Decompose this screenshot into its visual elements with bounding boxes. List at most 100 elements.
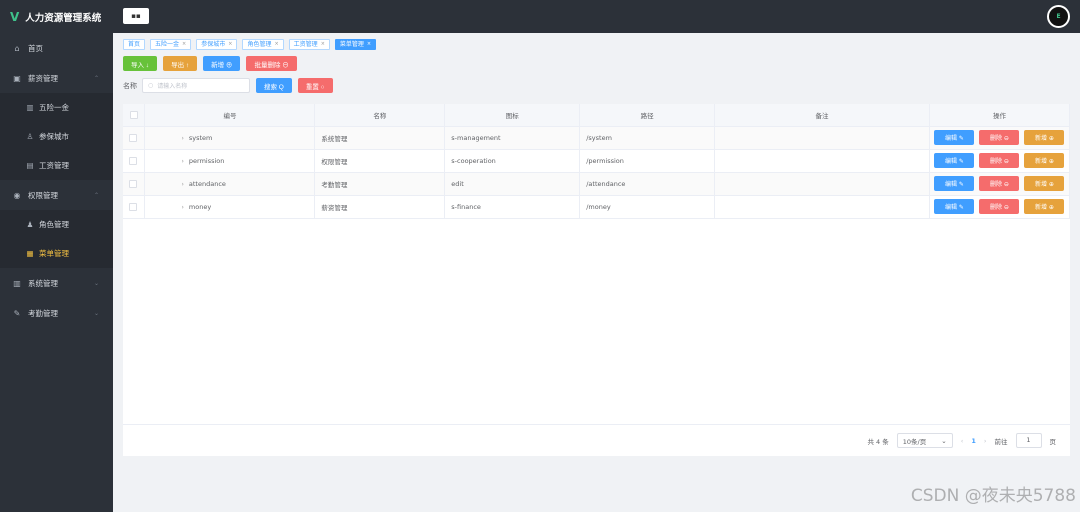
sidebar-item[interactable]: ▦ 菜单管理 (0, 239, 113, 268)
row-checkbox[interactable] (123, 195, 146, 219)
cell-icon: s-cooperation (444, 149, 581, 173)
cell-actions: 编辑 ✎ 删除 ⊖ 新增 ⊕ (929, 195, 1071, 219)
close-icon[interactable]: × (321, 40, 325, 49)
chevron-right-icon[interactable]: › (181, 204, 183, 211)
cell-note (714, 195, 930, 219)
app-logo[interactable]: V 人力资源管理系统 (0, 0, 113, 33)
sidebar-item[interactable]: ▥ 五险一金 (0, 93, 113, 122)
page-suffix: 页 (1049, 437, 1057, 446)
add-button[interactable]: 新增 ⊕ (203, 56, 241, 71)
row-checkbox[interactable] (123, 172, 146, 196)
sidebar-item-label: 菜单管理 (39, 249, 69, 258)
tag-label: 角色管理 (247, 41, 272, 48)
col-header-name: 名称 (314, 104, 446, 127)
sidebar-item[interactable]: ▤ 工资管理 (0, 151, 113, 180)
delete-button[interactable]: 删除 ⊖ (979, 176, 1020, 191)
close-icon[interactable]: × (228, 40, 232, 49)
search-bar: 名称 ○ 请输入名称 搜索 Q 重置 ○ (123, 78, 333, 93)
edit-button[interactable]: 编辑 ✎ (934, 153, 975, 168)
tab-tag[interactable]: 参保城市 × (196, 39, 238, 50)
add-child-button[interactable]: 新增 ⊕ (1024, 153, 1065, 168)
goto-label: 前往 (994, 437, 1008, 446)
sidebar-toggle-button[interactable]: ▪▪ (123, 8, 149, 24)
sidebar-item[interactable]: ⌂ 首页 (0, 33, 113, 63)
add-child-button[interactable]: 新增 ⊕ (1024, 199, 1065, 214)
chevron-icon: ⌄ (93, 309, 99, 317)
sidebar-item[interactable]: ▣ 薪资管理 ⌃ (0, 63, 113, 93)
cell-actions: 编辑 ✎ 删除 ⊖ 新增 ⊕ (929, 172, 1071, 196)
sidebar-item[interactable]: ♟ 角色管理 (0, 210, 113, 239)
batch-delete-button[interactable]: 批量删除 ⊖ (246, 56, 297, 71)
cell-actions: 编辑 ✎ 删除 ⊖ 新增 ⊕ (929, 126, 1071, 150)
edit-button[interactable]: 编辑 ✎ (934, 130, 975, 145)
tag-label: 首页 (128, 41, 141, 48)
app-title: 人力资源管理系统 (25, 12, 102, 24)
search-button[interactable]: 搜索 Q (256, 78, 292, 93)
search-input[interactable]: ○ 请输入名称 (142, 78, 250, 93)
sidebar-item[interactable]: ✎ 考勤管理 ⌄ (0, 298, 113, 328)
search-icon: ○ (148, 82, 154, 89)
cell-code: › attendance (144, 172, 316, 196)
menu-table: 编号 名称 图标 路径 备注 操作 › system 系统管理 s-managemen… (123, 104, 1071, 219)
sidebar: V 人力资源管理系统 ⌂ 首页 ▣ 薪资管理 ⌃ ▥ 五险一金 ♙ 参保城市 ▤ 工资管理 ◉ 权限管理… (0, 0, 113, 512)
page-size-select[interactable]: 10条/页 ⌄ (896, 433, 953, 448)
next-page-button[interactable]: › (984, 437, 987, 445)
edit-button[interactable]: 编辑 ✎ (934, 199, 975, 214)
avatar[interactable]: E (1047, 5, 1070, 28)
chevron-right-icon[interactable]: › (181, 158, 183, 165)
table-row: › system 系统管理 s-management/system 编辑 ✎ 删除 ⊖ 新增… (123, 126, 1071, 150)
row-checkbox[interactable] (123, 126, 146, 150)
tab-tag[interactable]: 角色管理 × (242, 39, 284, 50)
menu-icon: ▦ (26, 249, 34, 258)
tag-label: 菜单管理 (339, 41, 364, 48)
watermark: CSDN @夜未央5788 (910, 486, 1076, 506)
cell-actions: 编辑 ✎ 删除 ⊖ 新增 ⊕ (929, 149, 1071, 173)
goto-page-input[interactable]: 1 (1015, 433, 1042, 448)
close-icon[interactable]: × (367, 40, 371, 49)
chevron-right-icon[interactable]: › (181, 135, 183, 142)
add-child-button[interactable]: 新增 ⊕ (1024, 130, 1065, 145)
chevron-right-icon[interactable]: › (181, 181, 183, 188)
sidebar-item-label: 五险一金 (39, 103, 69, 112)
delete-button[interactable]: 删除 ⊖ (979, 199, 1020, 214)
sidebar-item[interactable]: ▥ 系统管理 ⌄ (0, 268, 113, 298)
tab-tag[interactable]: 首页 (123, 39, 146, 50)
cell-name: 权限管理 (314, 149, 446, 173)
vue-logo-icon: V (10, 9, 20, 24)
sidebar-item-label: 薪资管理 (28, 73, 58, 83)
delete-button[interactable]: 删除 ⊖ (979, 130, 1020, 145)
select-all-checkbox[interactable] (123, 104, 146, 127)
row-checkbox[interactable] (123, 149, 146, 173)
cell-path: /permission (579, 149, 716, 173)
sidebar-item[interactable]: ◉ 权限管理 ⌃ (0, 180, 113, 210)
close-icon[interactable]: × (182, 40, 186, 49)
import-button[interactable]: 导入 ↓ (123, 56, 158, 71)
tab-tag[interactable]: 菜单管理 × (334, 39, 377, 50)
reset-button[interactable]: 重置 ○ (297, 78, 333, 93)
sidebar-item[interactable]: ♙ 参保城市 (0, 122, 113, 151)
chevron-icon: ⌃ (93, 191, 99, 199)
chart-icon: ▥ (26, 103, 34, 112)
cell-code: › permission (144, 149, 316, 173)
sidebar-item-label: 角色管理 (39, 220, 69, 229)
table-row: › money 薪资管理 s-finance/money 编辑 ✎ 删除 ⊖ 新增 ⊕ (123, 195, 1071, 219)
table-row: › permission 权限管理 s-cooperation/permission 编… (123, 149, 1071, 173)
lock-icon: ◉ (13, 190, 21, 200)
toolbar: 导入 ↓ 导出 ↑ 新增 ⊕ 批量删除 ⊖ (123, 56, 297, 71)
close-icon[interactable]: × (274, 40, 278, 49)
cell-note (714, 172, 930, 196)
tag-label: 五险一金 (155, 41, 180, 48)
tab-tag[interactable]: 五险一金 × (150, 39, 192, 50)
tab-tag[interactable]: 工资管理 × (288, 39, 330, 50)
page-number[interactable]: 1 (971, 437, 976, 445)
prev-page-button[interactable]: ‹ (961, 437, 964, 445)
col-header-actions: 操作 (929, 104, 1071, 127)
sidebar-item-label: 系统管理 (28, 278, 58, 288)
cell-path: /system (579, 126, 716, 150)
export-button[interactable]: 导出 ↑ (163, 56, 198, 71)
add-child-button[interactable]: 新增 ⊕ (1024, 176, 1065, 191)
col-header-path: 路径 (579, 104, 716, 127)
user-icon: ♙ (26, 132, 34, 141)
delete-button[interactable]: 删除 ⊖ (979, 153, 1020, 168)
edit-button[interactable]: 编辑 ✎ (934, 176, 975, 191)
